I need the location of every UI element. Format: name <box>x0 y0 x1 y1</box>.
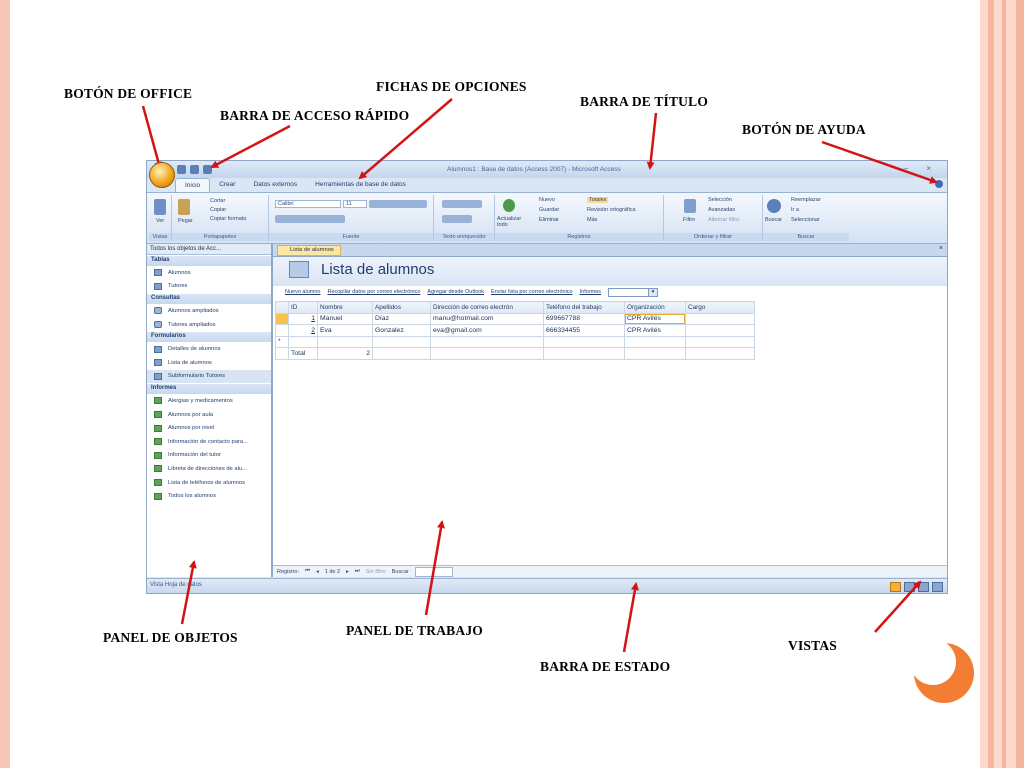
arrow-objects-panel <box>180 560 197 625</box>
arrow-help-button <box>821 140 938 184</box>
office-button[interactable] <box>149 162 175 188</box>
arrow-views <box>874 580 922 633</box>
arrow-status-bar <box>622 582 639 653</box>
arrow-option-tabs <box>358 98 453 180</box>
arrow-work-panel <box>424 520 445 616</box>
annotation-arrows <box>141 98 938 653</box>
arrow-office-button <box>141 105 163 170</box>
arrow-quick-access-bar <box>210 124 291 169</box>
arrow-title-bar <box>646 112 658 170</box>
